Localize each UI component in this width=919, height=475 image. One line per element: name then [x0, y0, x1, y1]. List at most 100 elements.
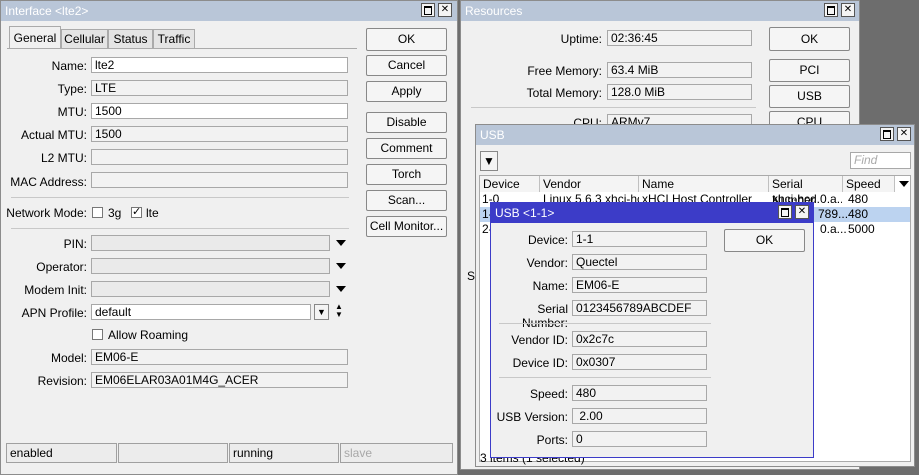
interface-window: Interface <lte2> ✕ General Cellular Stat… — [0, 0, 458, 475]
ports-label: Ports: — [536, 433, 568, 447]
tab-cellular[interactable]: Cellular — [61, 29, 108, 48]
up-down-icon[interactable]: ▲ ▼ — [335, 303, 343, 319]
actual-mtu-field: 1500 — [91, 126, 348, 142]
tab-divider — [7, 48, 357, 49]
uptime-label: Uptime: — [560, 32, 602, 46]
divider — [499, 377, 711, 378]
comment-button[interactable]: Comment — [366, 138, 447, 159]
device-field: 1-1 — [572, 231, 707, 247]
mode-lte-checkbox[interactable]: ✓ — [131, 207, 142, 218]
disable-button[interactable]: Disable — [366, 112, 447, 133]
tab-general[interactable]: General — [9, 26, 61, 48]
usb-list-titlebar[interactable]: USB ✕ — [476, 125, 914, 145]
divider — [11, 197, 349, 198]
pin-field[interactable] — [91, 235, 330, 251]
status-enabled: enabled — [6, 443, 117, 463]
close-icon[interactable]: ✕ — [897, 127, 911, 141]
operator-label: Operator: — [36, 260, 87, 274]
divider — [471, 107, 756, 108]
ports-field: 0 — [572, 431, 707, 447]
serial-number-field: 0123456789ABCDEF — [572, 300, 707, 316]
actual-mtu-label: Actual MTU: — [20, 128, 87, 142]
speed-label: Speed: — [529, 387, 568, 401]
usb-list-title: USB — [480, 128, 505, 142]
maximize-icon[interactable] — [880, 127, 894, 141]
ok-button[interactable]: OK — [366, 28, 447, 51]
name-field: EM06-E — [572, 277, 707, 293]
row-speed: 480 — [848, 192, 869, 206]
vendor-label: Vendor: — [526, 256, 568, 270]
maximize-icon[interactable] — [778, 205, 792, 219]
allow-roaming-label: Allow Roaming — [108, 328, 189, 342]
column-name[interactable]: Name — [639, 176, 769, 192]
name-label: Name: — [532, 279, 568, 293]
resources-title: Resources — [465, 4, 523, 18]
apply-button[interactable]: Apply — [366, 81, 447, 102]
total-memory-field: 128.0 MiB — [607, 84, 752, 100]
resources-titlebar[interactable]: Resources ✕ — [461, 1, 859, 21]
status-slave: slave — [340, 443, 453, 463]
divider — [11, 228, 349, 229]
maximize-icon[interactable] — [421, 3, 435, 17]
filter-icon[interactable]: ▼ — [480, 151, 498, 171]
maximize-icon[interactable] — [824, 3, 838, 17]
status-running: running — [229, 443, 339, 463]
tab-status[interactable]: Status — [108, 29, 153, 48]
apn-profile-field[interactable]: default — [91, 304, 311, 320]
mtu-label: MTU: — [57, 105, 87, 119]
network-mode-label: Network Mode: — [6, 206, 87, 220]
operator-field[interactable] — [91, 258, 330, 274]
device-id-label: Device ID: — [512, 356, 568, 370]
operator-dropdown-icon[interactable] — [336, 263, 346, 269]
interface-titlebar[interactable]: Interface <lte2> ✕ — [1, 1, 457, 21]
status-empty — [118, 443, 228, 463]
close-icon[interactable]: ✕ — [841, 3, 855, 17]
partial-label: S — [467, 269, 476, 283]
vendor-id-label: Vendor ID: — [511, 333, 568, 347]
device-id-field: 0x0307 — [572, 354, 707, 370]
ok-button[interactable]: OK — [769, 27, 850, 51]
pin-label: PIN: — [63, 237, 87, 251]
apn-profile-dropdown-icon[interactable]: ▼ — [314, 304, 329, 320]
close-icon[interactable]: ✕ — [795, 205, 809, 219]
interface-title: Interface <lte2> — [5, 4, 89, 18]
divider — [499, 323, 711, 324]
scan-button[interactable]: Scan... — [366, 190, 447, 211]
uptime-field: 02:36:45 — [607, 30, 752, 46]
column-device[interactable]: Device — [480, 176, 540, 192]
find-input[interactable]: Find — [850, 152, 911, 169]
mode-3g-checkbox[interactable] — [92, 207, 103, 218]
ok-button[interactable]: OK — [724, 229, 805, 252]
close-icon[interactable]: ✕ — [438, 3, 452, 17]
free-memory-label: Free Memory: — [527, 64, 602, 78]
tab-traffic[interactable]: Traffic — [153, 29, 195, 48]
mtu-field[interactable]: 1500 — [91, 103, 348, 119]
modem-init-field[interactable] — [91, 281, 330, 297]
column-vendor[interactable]: Vendor — [540, 176, 639, 192]
row-serial: 789... — [818, 207, 849, 221]
name-field[interactable]: lte2 — [91, 57, 348, 73]
usb-detail-titlebar[interactable]: USB <1-1> ✕ — [491, 203, 813, 223]
pci-button[interactable]: PCI — [769, 59, 850, 82]
cell-monitor-button[interactable]: Cell Monitor... — [366, 216, 447, 237]
mode-3g-label: 3g — [108, 206, 122, 220]
columns-dropdown-icon[interactable] — [899, 181, 909, 187]
type-label: Type: — [57, 82, 87, 96]
free-memory-field: 63.4 MiB — [607, 62, 752, 78]
row-serial: 0.a... — [820, 222, 847, 236]
device-label: Device: — [527, 233, 568, 247]
usb-detail-window: USB <1-1> ✕ Device: 1-1 Vendor: Quectel … — [490, 202, 814, 458]
cancel-button[interactable]: Cancel — [366, 55, 447, 76]
revision-label: Revision: — [37, 374, 87, 388]
pin-dropdown-icon[interactable] — [336, 240, 346, 246]
allow-roaming-checkbox[interactable] — [92, 329, 103, 340]
name-label: Name: — [51, 59, 87, 73]
column-speed[interactable]: Speed — [843, 176, 895, 192]
mac-field — [91, 172, 348, 188]
modem-init-dropdown-icon[interactable] — [336, 286, 346, 292]
column-serial-number[interactable]: Serial Number — [769, 176, 843, 207]
model-label: Model: — [50, 351, 87, 365]
speed-field: 480 — [572, 385, 707, 401]
usb-button[interactable]: USB — [769, 85, 850, 108]
torch-button[interactable]: Torch — [366, 164, 447, 185]
